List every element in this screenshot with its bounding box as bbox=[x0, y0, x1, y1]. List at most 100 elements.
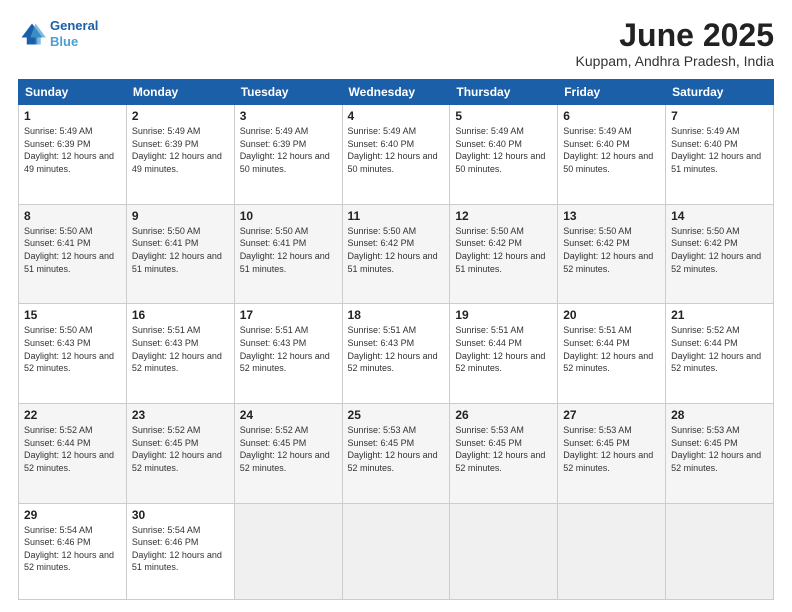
day-info: Sunrise: 5:51 AMSunset: 6:44 PMDaylight:… bbox=[455, 324, 552, 374]
day-number: 20 bbox=[563, 308, 660, 322]
table-row: 25 Sunrise: 5:53 AMSunset: 6:45 PMDaylig… bbox=[342, 404, 450, 504]
table-row: 15 Sunrise: 5:50 AMSunset: 6:43 PMDaylig… bbox=[19, 304, 127, 404]
month-title: June 2025 bbox=[576, 18, 774, 53]
table-row: 26 Sunrise: 5:53 AMSunset: 6:45 PMDaylig… bbox=[450, 404, 558, 504]
day-number: 14 bbox=[671, 209, 768, 223]
table-row: 13 Sunrise: 5:50 AMSunset: 6:42 PMDaylig… bbox=[558, 204, 666, 304]
day-info: Sunrise: 5:50 AMSunset: 6:41 PMDaylight:… bbox=[24, 225, 121, 275]
day-number: 2 bbox=[132, 109, 229, 123]
day-info: Sunrise: 5:49 AMSunset: 6:40 PMDaylight:… bbox=[563, 125, 660, 175]
day-number: 27 bbox=[563, 408, 660, 422]
table-row: 3 Sunrise: 5:49 AMSunset: 6:39 PMDayligh… bbox=[234, 105, 342, 205]
table-row: 10 Sunrise: 5:50 AMSunset: 6:41 PMDaylig… bbox=[234, 204, 342, 304]
day-info: Sunrise: 5:49 AMSunset: 6:39 PMDaylight:… bbox=[240, 125, 337, 175]
day-info: Sunrise: 5:49 AMSunset: 6:39 PMDaylight:… bbox=[24, 125, 121, 175]
day-number: 30 bbox=[132, 508, 229, 522]
day-number: 8 bbox=[24, 209, 121, 223]
table-row: 2 Sunrise: 5:49 AMSunset: 6:39 PMDayligh… bbox=[126, 105, 234, 205]
day-info: Sunrise: 5:49 AMSunset: 6:40 PMDaylight:… bbox=[348, 125, 445, 175]
day-number: 22 bbox=[24, 408, 121, 422]
day-number: 28 bbox=[671, 408, 768, 422]
col-wednesday: Wednesday bbox=[342, 80, 450, 105]
table-row: 19 Sunrise: 5:51 AMSunset: 6:44 PMDaylig… bbox=[450, 304, 558, 404]
logo-text: General Blue bbox=[50, 18, 98, 49]
table-row: 17 Sunrise: 5:51 AMSunset: 6:43 PMDaylig… bbox=[234, 304, 342, 404]
day-info: Sunrise: 5:50 AMSunset: 6:42 PMDaylight:… bbox=[563, 225, 660, 275]
calendar-week-row: 8 Sunrise: 5:50 AMSunset: 6:41 PMDayligh… bbox=[19, 204, 774, 304]
day-info: Sunrise: 5:53 AMSunset: 6:45 PMDaylight:… bbox=[671, 424, 768, 474]
day-number: 9 bbox=[132, 209, 229, 223]
day-info: Sunrise: 5:51 AMSunset: 6:44 PMDaylight:… bbox=[563, 324, 660, 374]
table-row: 14 Sunrise: 5:50 AMSunset: 6:42 PMDaylig… bbox=[666, 204, 774, 304]
title-block: June 2025 Kuppam, Andhra Pradesh, India bbox=[576, 18, 774, 69]
day-info: Sunrise: 5:50 AMSunset: 6:42 PMDaylight:… bbox=[348, 225, 445, 275]
day-number: 17 bbox=[240, 308, 337, 322]
col-monday: Monday bbox=[126, 80, 234, 105]
calendar-week-row: 29 Sunrise: 5:54 AMSunset: 6:46 PMDaylig… bbox=[19, 503, 774, 599]
day-info: Sunrise: 5:51 AMSunset: 6:43 PMDaylight:… bbox=[132, 324, 229, 374]
table-row: 6 Sunrise: 5:49 AMSunset: 6:40 PMDayligh… bbox=[558, 105, 666, 205]
day-info: Sunrise: 5:50 AMSunset: 6:42 PMDaylight:… bbox=[455, 225, 552, 275]
table-row: 21 Sunrise: 5:52 AMSunset: 6:44 PMDaylig… bbox=[666, 304, 774, 404]
day-number: 10 bbox=[240, 209, 337, 223]
logo-icon bbox=[18, 20, 46, 48]
col-tuesday: Tuesday bbox=[234, 80, 342, 105]
table-row: 12 Sunrise: 5:50 AMSunset: 6:42 PMDaylig… bbox=[450, 204, 558, 304]
logo: General Blue bbox=[18, 18, 98, 49]
table-row: 5 Sunrise: 5:49 AMSunset: 6:40 PMDayligh… bbox=[450, 105, 558, 205]
table-row bbox=[450, 503, 558, 599]
day-number: 29 bbox=[24, 508, 121, 522]
col-thursday: Thursday bbox=[450, 80, 558, 105]
day-number: 19 bbox=[455, 308, 552, 322]
day-info: Sunrise: 5:52 AMSunset: 6:44 PMDaylight:… bbox=[24, 424, 121, 474]
day-info: Sunrise: 5:50 AMSunset: 6:41 PMDaylight:… bbox=[132, 225, 229, 275]
table-row: 23 Sunrise: 5:52 AMSunset: 6:45 PMDaylig… bbox=[126, 404, 234, 504]
day-info: Sunrise: 5:49 AMSunset: 6:40 PMDaylight:… bbox=[671, 125, 768, 175]
col-friday: Friday bbox=[558, 80, 666, 105]
day-info: Sunrise: 5:52 AMSunset: 6:45 PMDaylight:… bbox=[132, 424, 229, 474]
day-info: Sunrise: 5:50 AMSunset: 6:43 PMDaylight:… bbox=[24, 324, 121, 374]
table-row: 4 Sunrise: 5:49 AMSunset: 6:40 PMDayligh… bbox=[342, 105, 450, 205]
day-number: 3 bbox=[240, 109, 337, 123]
calendar-week-row: 22 Sunrise: 5:52 AMSunset: 6:44 PMDaylig… bbox=[19, 404, 774, 504]
page: General Blue June 2025 Kuppam, Andhra Pr… bbox=[0, 0, 792, 612]
day-info: Sunrise: 5:53 AMSunset: 6:45 PMDaylight:… bbox=[348, 424, 445, 474]
table-row: 16 Sunrise: 5:51 AMSunset: 6:43 PMDaylig… bbox=[126, 304, 234, 404]
day-number: 5 bbox=[455, 109, 552, 123]
day-number: 13 bbox=[563, 209, 660, 223]
table-row: 30 Sunrise: 5:54 AMSunset: 6:46 PMDaylig… bbox=[126, 503, 234, 599]
header: General Blue June 2025 Kuppam, Andhra Pr… bbox=[18, 18, 774, 69]
day-info: Sunrise: 5:53 AMSunset: 6:45 PMDaylight:… bbox=[563, 424, 660, 474]
day-info: Sunrise: 5:50 AMSunset: 6:42 PMDaylight:… bbox=[671, 225, 768, 275]
table-row: 9 Sunrise: 5:50 AMSunset: 6:41 PMDayligh… bbox=[126, 204, 234, 304]
day-number: 24 bbox=[240, 408, 337, 422]
table-row: 1 Sunrise: 5:49 AMSunset: 6:39 PMDayligh… bbox=[19, 105, 127, 205]
day-info: Sunrise: 5:51 AMSunset: 6:43 PMDaylight:… bbox=[348, 324, 445, 374]
day-number: 18 bbox=[348, 308, 445, 322]
col-saturday: Saturday bbox=[666, 80, 774, 105]
day-number: 25 bbox=[348, 408, 445, 422]
col-sunday: Sunday bbox=[19, 80, 127, 105]
table-row bbox=[342, 503, 450, 599]
calendar-header-row: Sunday Monday Tuesday Wednesday Thursday… bbox=[19, 80, 774, 105]
day-info: Sunrise: 5:51 AMSunset: 6:43 PMDaylight:… bbox=[240, 324, 337, 374]
calendar-week-row: 15 Sunrise: 5:50 AMSunset: 6:43 PMDaylig… bbox=[19, 304, 774, 404]
day-info: Sunrise: 5:49 AMSunset: 6:39 PMDaylight:… bbox=[132, 125, 229, 175]
table-row bbox=[558, 503, 666, 599]
day-number: 1 bbox=[24, 109, 121, 123]
day-number: 6 bbox=[563, 109, 660, 123]
day-number: 23 bbox=[132, 408, 229, 422]
day-number: 16 bbox=[132, 308, 229, 322]
table-row: 29 Sunrise: 5:54 AMSunset: 6:46 PMDaylig… bbox=[19, 503, 127, 599]
calendar-week-row: 1 Sunrise: 5:49 AMSunset: 6:39 PMDayligh… bbox=[19, 105, 774, 205]
table-row: 8 Sunrise: 5:50 AMSunset: 6:41 PMDayligh… bbox=[19, 204, 127, 304]
day-number: 21 bbox=[671, 308, 768, 322]
calendar-table: Sunday Monday Tuesday Wednesday Thursday… bbox=[18, 79, 774, 600]
table-row: 11 Sunrise: 5:50 AMSunset: 6:42 PMDaylig… bbox=[342, 204, 450, 304]
day-info: Sunrise: 5:49 AMSunset: 6:40 PMDaylight:… bbox=[455, 125, 552, 175]
table-row: 7 Sunrise: 5:49 AMSunset: 6:40 PMDayligh… bbox=[666, 105, 774, 205]
location: Kuppam, Andhra Pradesh, India bbox=[576, 53, 774, 69]
table-row: 27 Sunrise: 5:53 AMSunset: 6:45 PMDaylig… bbox=[558, 404, 666, 504]
day-info: Sunrise: 5:54 AMSunset: 6:46 PMDaylight:… bbox=[24, 524, 121, 574]
table-row bbox=[234, 503, 342, 599]
